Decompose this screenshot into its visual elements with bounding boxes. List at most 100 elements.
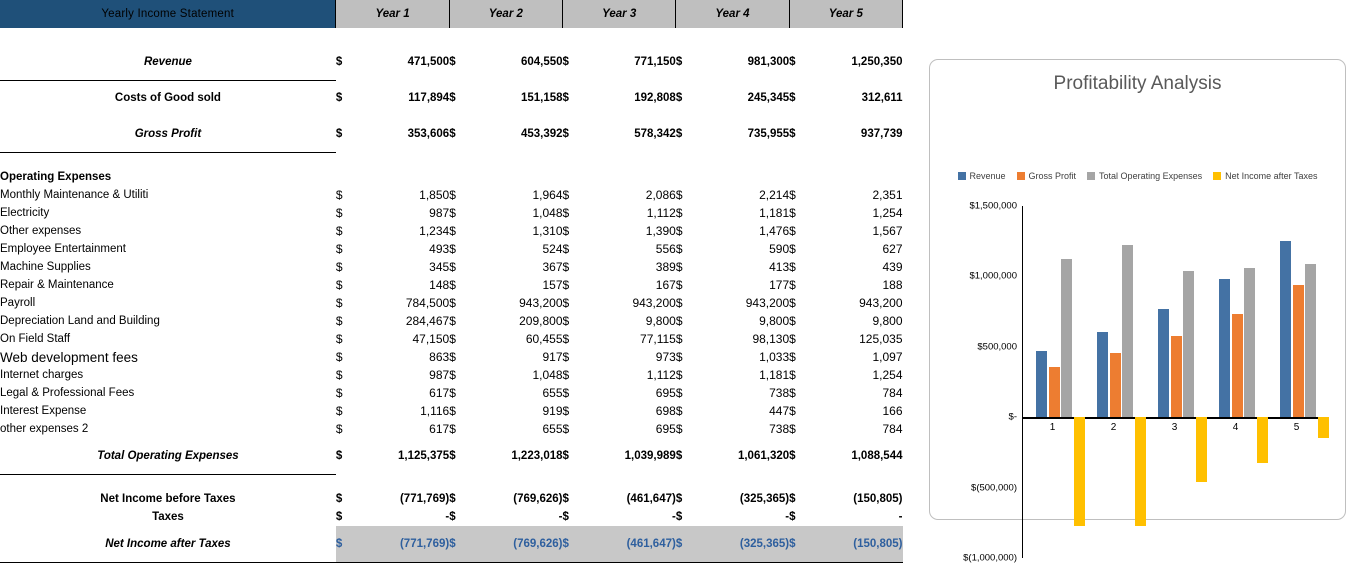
cogs-currency-5: $ [789,92,796,104]
nibt-value-1: (771,769) [399,493,450,505]
row-expense-item: Interest Expense $1,116 $919 $698 $447 $166 [0,402,903,420]
row-label-expense-7: Payroll [0,297,36,309]
chart-bar-2-1[interactable] [1048,367,1060,418]
expense-7-value-3: 943,200 [632,296,676,310]
expense-2-value-1: 987 [429,206,450,220]
expense-7-value-5: 943,200 [859,296,903,310]
expense-12-currency-2: $ [449,386,456,400]
row-label-expense-1: Monthly Maintenance & Utiliti [0,189,149,201]
row-label-revenue: Revenue [0,44,336,81]
legend-label-2: Gross Profit [1028,171,1077,181]
legend-item-4[interactable]: Net Income after Taxes [1213,171,1318,181]
chart-bar-3-5[interactable] [1305,263,1316,418]
chart-bar-1-3[interactable] [1158,308,1169,418]
x-axis-tick-label-2: 2 [1110,422,1117,434]
expense-12-currency-4: $ [675,386,683,400]
chart-bar-4-5[interactable] [1317,417,1329,439]
legend-item-2[interactable]: Gross Profit [1016,171,1077,181]
taxes-currency-2: $ [449,511,456,523]
expense-10-value-5: 1,097 [872,350,903,364]
total-opex-currency-4: $ [675,450,683,462]
cogs-value-2: 151,158 [520,92,563,104]
expense-7-value-1: 784,500 [405,296,450,310]
chart-legend[interactable]: Revenue Gross Profit Total Operating Expen… [930,171,1345,181]
chart-title: Profitability Analysis [1053,73,1222,94]
expense-1-currency-4: $ [675,188,683,202]
chart-bar-1-4[interactable] [1219,279,1230,418]
column-header-year-2[interactable]: Year 2 [448,0,564,28]
expense-3-currency-2: $ [449,224,456,238]
expense-3-currency-4: $ [675,224,683,238]
expense-11-currency-4: $ [675,368,683,382]
chart-bar-4-2[interactable] [1134,417,1146,526]
expense-3-value-3: 1,390 [645,224,676,238]
expense-6-currency-5: $ [789,278,796,292]
chart-bar-3-4[interactable] [1244,267,1255,418]
expense-1-value-2: 1,964 [532,188,563,202]
row-expense-item: On Field Staff $47,150 $60,455 $77,115 $98,1… [0,330,903,348]
chart-bar-1-5[interactable] [1280,241,1291,418]
chart-bar-4-3[interactable] [1195,417,1207,483]
expense-7-value-4: 943,200 [745,296,790,310]
revenue-currency-4: $ [675,56,683,68]
expense-1-currency-2: $ [449,188,456,202]
row-label-expense-12: Legal & Professional Fees [0,387,135,399]
chart-bar-3-2[interactable] [1122,244,1133,418]
gross-profit-value-2: 453,392 [520,128,563,140]
total-opex-currency-2: $ [449,450,456,462]
legend-item-3[interactable]: Total Operating Expenses [1087,171,1202,181]
revenue-value-5: 1,250,350 [851,56,903,68]
expense-14-currency-2: $ [449,422,456,436]
profitability-chart-card[interactable]: Profitability Analysis Revenue Gross Prof… [929,59,1346,564]
legend-item-1[interactable]: Revenue [957,171,1006,181]
total-opex-currency-1: $ [335,450,343,462]
row-label-expense-10: Web development fees [0,349,138,365]
legend-swatch-icon-2 [1016,172,1025,180]
legend-label-4: Net Income after Taxes [1225,171,1318,181]
column-header-year-5[interactable]: Year 5 [788,0,904,28]
nibt-currency-5: $ [789,493,796,505]
expense-7-currency-5: $ [789,296,796,310]
chart-bar-3-3[interactable] [1183,270,1194,418]
row-label-total-operating-expenses: Total Operating Expenses [0,438,336,475]
row-label-expense-9: On Field Staff [0,333,71,345]
chart-y-axis [1022,206,1024,558]
expense-14-value-5: 784 [882,422,903,436]
income-statement-screen: Yearly Income Statement Year 1 Year 2 Year … [0,0,1361,564]
nibt-value-2: (769,626) [513,493,563,505]
expense-2-value-4: 1,181 [759,206,790,220]
expense-5-value-4: 413 [769,260,790,274]
expense-2-currency-1: $ [335,206,343,220]
total-opex-value-2: 1,223,018 [511,450,563,462]
row-label-cogs: Costs of Good sold [114,92,221,105]
expense-3-currency-1: $ [335,224,343,238]
expense-11-currency-5: $ [789,368,796,382]
chart-bar-2-5[interactable] [1292,285,1304,418]
row-expense-item: Machine Supplies $345 $367 $389 $413 $439 [0,258,903,276]
chart-bar-2-4[interactable] [1231,313,1243,418]
chart-bar-2-3[interactable] [1170,335,1182,418]
row-label-net-income-after-taxes: Net Income after Taxes [0,526,336,563]
income-statement-table: Yearly Income Statement Year 1 Year 2 Year … [0,0,904,563]
chart-bar-4-1[interactable] [1073,417,1085,526]
row-label-expense-4: Employee Entertainment [0,243,126,255]
expense-5-currency-5: $ [789,260,796,274]
expense-1-currency-5: $ [789,188,796,202]
chart-bar-2-2[interactable] [1109,353,1121,418]
column-header-year-4[interactable]: Year 4 [675,0,790,28]
expense-4-currency-1: $ [335,242,343,256]
chart-bar-4-4[interactable] [1256,417,1268,463]
expense-12-currency-1: $ [335,386,343,400]
chart-bar-3-1[interactable] [1061,258,1072,418]
chart-bar-1-1[interactable] [1036,350,1047,418]
expense-10-currency-2: $ [449,350,456,364]
column-header-year-1[interactable]: Year 1 [335,0,450,28]
cogs-value-5: 312,611 [861,92,903,104]
row-label-expense-3: Other expenses [0,225,82,237]
expense-14-value-3: 695 [655,422,676,436]
expense-10-currency-4: $ [675,350,683,364]
expense-13-currency-3: $ [562,404,570,418]
column-header-year-3[interactable]: Year 3 [562,0,677,28]
niat-value-3: (461,647) [580,526,676,563]
chart-bar-1-2[interactable] [1097,332,1108,418]
